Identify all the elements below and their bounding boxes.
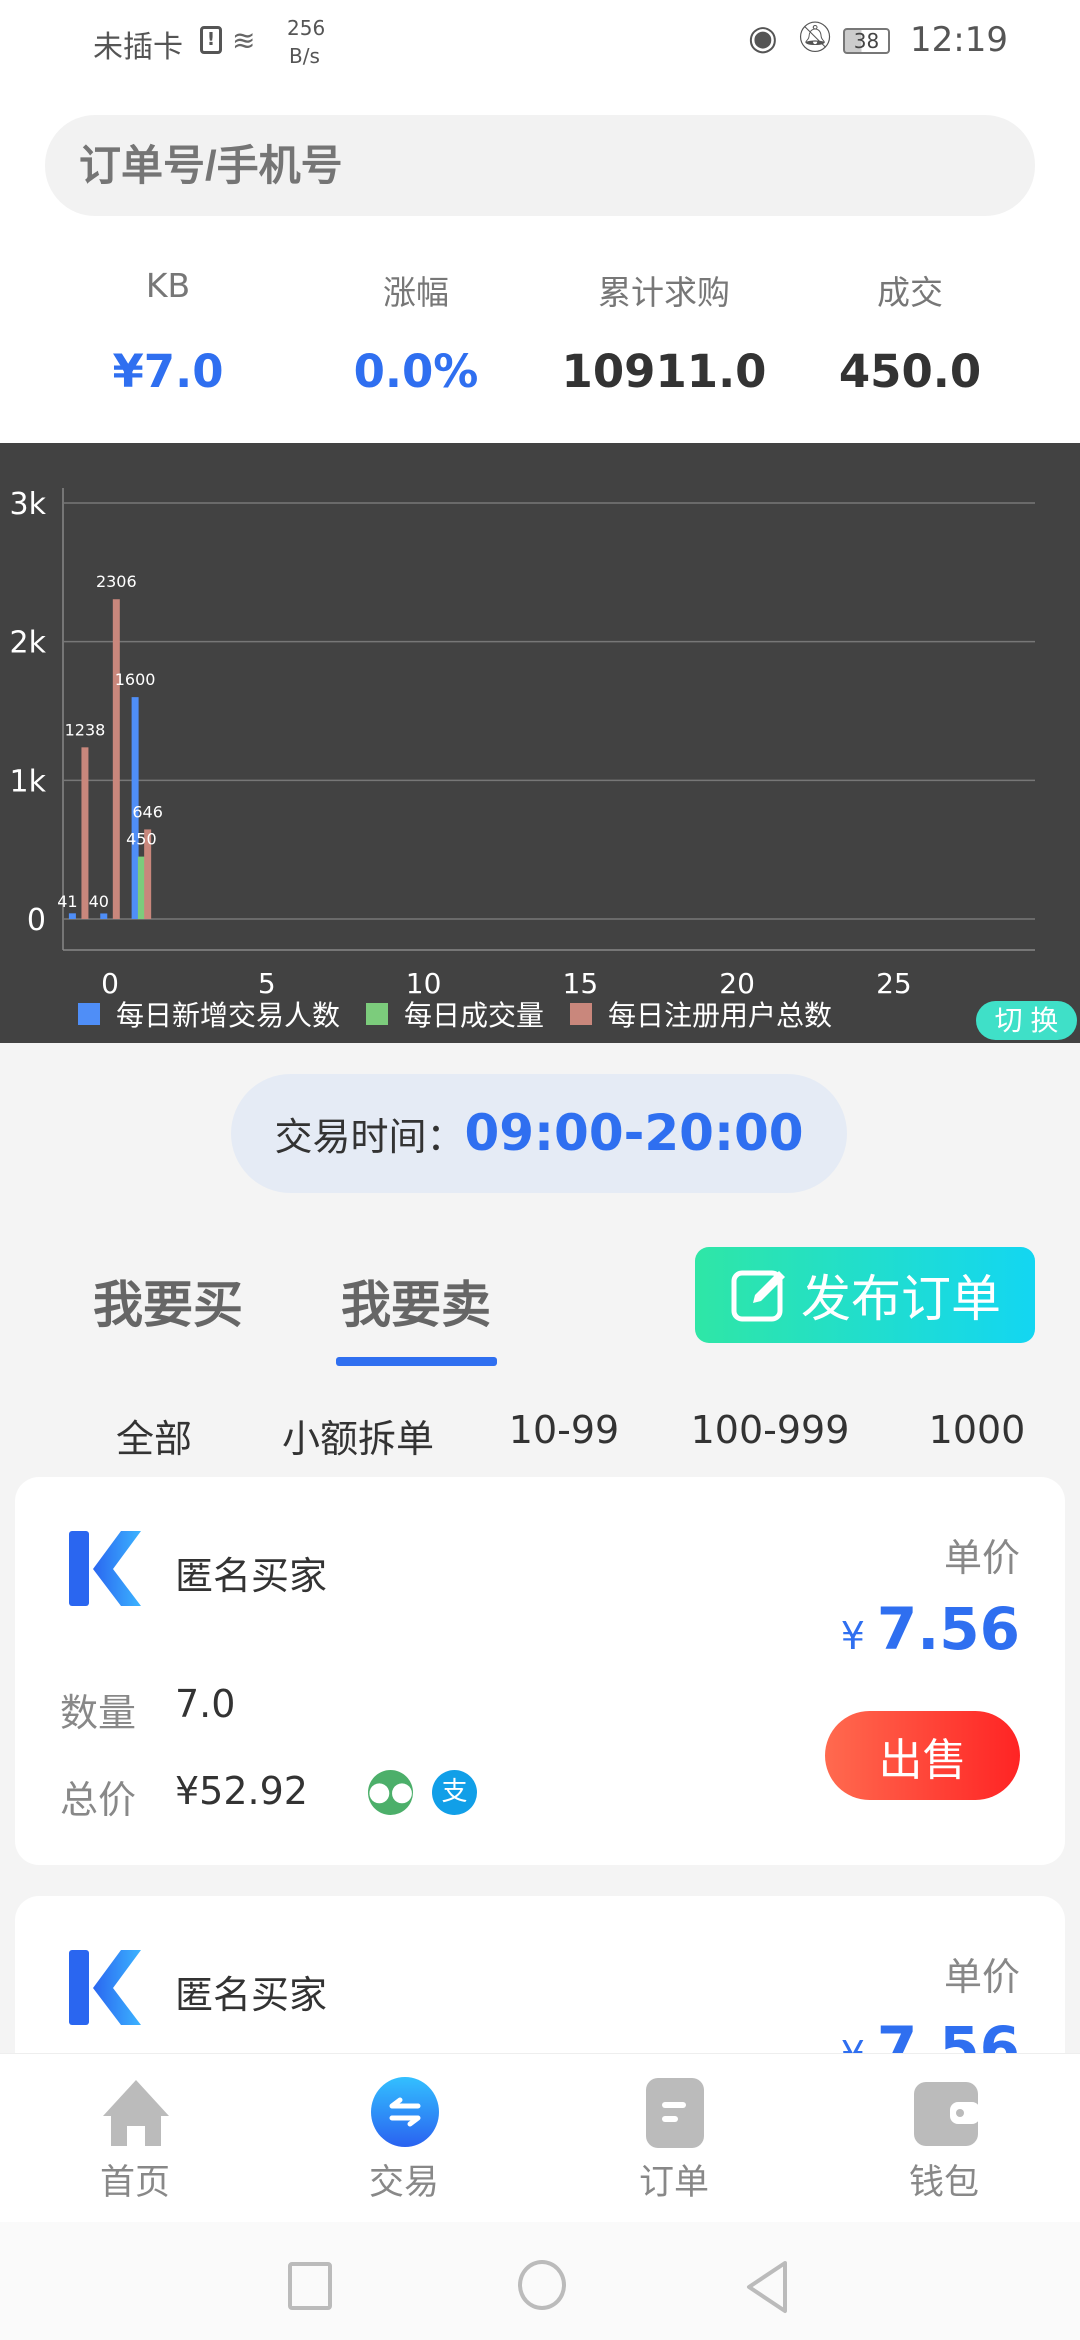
- sell-button[interactable]: 出售: [825, 1711, 1020, 1800]
- tab-sell[interactable]: 我要卖: [296, 1265, 536, 1337]
- y-tick-label: 2k: [10, 626, 47, 661]
- legend-swatch: [78, 1003, 100, 1025]
- x-tick-label: 25: [876, 967, 912, 1000]
- nav-label: 交易: [368, 2163, 439, 2203]
- alipay-icon: 支: [432, 1770, 477, 1815]
- carrier-text: 未插卡: [93, 30, 183, 65]
- stat-value: 0.0%: [353, 345, 479, 398]
- unit-price-label: 单价: [943, 1536, 1020, 1580]
- trade-time-pill: 交易时间：09:00-20:00: [231, 1074, 847, 1193]
- stat-label: 累计求购: [598, 273, 730, 312]
- nav-wallet[interactable]: 钱包: [844, 2054, 1044, 2223]
- total-label: 总价: [60, 1778, 137, 1822]
- publish-label: 发布订单: [801, 1271, 1001, 1327]
- net-speed-value: 256: [287, 16, 326, 40]
- y-tick-label: 0: [27, 903, 46, 938]
- x-tick-label: 10: [406, 967, 442, 1000]
- net-speed-unit: B/s: [289, 44, 320, 68]
- nav-trade[interactable]: 交易: [304, 2054, 504, 2223]
- active-tab-indicator: [336, 1357, 497, 1366]
- x-tick-label: 20: [719, 967, 755, 1000]
- back-button[interactable]: [745, 2260, 791, 2314]
- search-input[interactable]: [45, 115, 1035, 216]
- publish-order-button[interactable]: 发布订单: [695, 1247, 1035, 1343]
- clock: 12:19: [910, 20, 1008, 60]
- unit-price-label: 单价: [943, 1955, 1020, 1999]
- data-label: 41: [57, 892, 77, 911]
- nav-label: 订单: [638, 2163, 709, 2203]
- unit-price: ¥7.56: [841, 1595, 1020, 1663]
- x-tick-label: 5: [258, 967, 276, 1000]
- bar-2: [112, 599, 120, 919]
- data-label: 1600: [115, 670, 156, 689]
- nav-label: 钱包: [908, 2163, 979, 2203]
- stat-value: ¥7.0: [112, 345, 224, 398]
- edit-icon: [731, 1270, 785, 1322]
- system-nav-bar: [0, 2222, 1080, 2340]
- data-label: 2306: [96, 572, 137, 591]
- legend-label: 每日成交量: [404, 999, 544, 1032]
- legend-swatch: [570, 1003, 592, 1025]
- nav-label: 首页: [99, 2163, 170, 2203]
- x-tick-label: 0: [101, 967, 119, 1000]
- order-card: 匿名买家 单价 ¥7.56 数量 7.0 总价 ¥52.92 ●● 支 出售: [15, 1477, 1065, 1865]
- legend-label: 每日注册用户总数: [608, 999, 832, 1032]
- bar-1: [137, 856, 145, 919]
- bar-2: [81, 747, 89, 919]
- filter-100-999[interactable]: 100-999: [670, 1408, 870, 1452]
- data-label: 646: [132, 802, 163, 821]
- bell-muted-icon: 🔕︎: [796, 20, 835, 55]
- stat-value: 450.0: [838, 345, 982, 398]
- recents-button[interactable]: [288, 2262, 332, 2310]
- filter-all[interactable]: 全部: [54, 1408, 254, 1463]
- bar-chart: 0 1k 2k 3k 0 5 10 15 20 25 41 1238 40 2306 1600 450 646 每…: [0, 443, 1080, 1043]
- wifi-icon: ≋: [232, 24, 256, 57]
- bar-0: [68, 913, 76, 919]
- qty-value: 7.0: [175, 1682, 236, 1726]
- trade-time-value: 09:00-20:00: [464, 1104, 804, 1162]
- currency-symbol: ¥: [840, 1614, 865, 1658]
- nav-home[interactable]: 首页: [35, 2054, 235, 2223]
- bottom-nav: 首页 交易 订单 钱包: [0, 2053, 1080, 2222]
- qty-label: 数量: [60, 1691, 137, 1735]
- stat-value: 10911.0: [561, 345, 767, 398]
- x-tick-label: 15: [563, 967, 599, 1000]
- total-value: ¥52.92: [175, 1769, 308, 1813]
- tab-buy[interactable]: 我要买: [48, 1265, 288, 1337]
- order-icon: [646, 2078, 704, 2148]
- buyer-name: 匿名买家: [175, 1554, 328, 1598]
- nav-orders[interactable]: 订单: [574, 2054, 774, 2223]
- stat-label: 涨幅: [383, 273, 449, 312]
- data-label: 450: [126, 830, 157, 849]
- y-tick-label: 3k: [10, 487, 47, 522]
- k-logo-icon: [69, 1531, 141, 1606]
- filter-small[interactable]: 小额拆单: [258, 1408, 458, 1463]
- k-logo-icon: [69, 1950, 141, 2025]
- filter-10-99[interactable]: 10-99: [464, 1408, 664, 1452]
- data-label: 1238: [65, 720, 106, 739]
- stat-label: 成交: [877, 273, 943, 312]
- eye-icon: ◉: [748, 18, 778, 58]
- wechat-pay-icon: ●●: [368, 1770, 413, 1815]
- home-button[interactable]: [518, 2260, 566, 2310]
- home-icon: [103, 2080, 169, 2146]
- buyer-name: 匿名买家: [175, 1973, 328, 2017]
- filter-1000[interactable]: 1000: [877, 1408, 1077, 1452]
- stat-label: KB: [145, 266, 191, 305]
- sim-alert-icon: !: [200, 26, 222, 54]
- exchange-icon: [371, 2077, 439, 2147]
- legend-swatch: [366, 1003, 388, 1025]
- data-label: 40: [89, 892, 109, 911]
- legend-label: 每日新增交易人数: [116, 999, 340, 1032]
- chart-switch-button[interactable]: 切 换: [976, 1001, 1077, 1040]
- bar-0: [100, 913, 108, 919]
- battery-icon: 38: [843, 28, 890, 54]
- y-tick-label: 1k: [10, 764, 47, 799]
- trade-time-label: 交易时间：: [274, 1115, 465, 1159]
- price-value: 7.56: [876, 1595, 1020, 1663]
- wallet-icon: [914, 2082, 980, 2146]
